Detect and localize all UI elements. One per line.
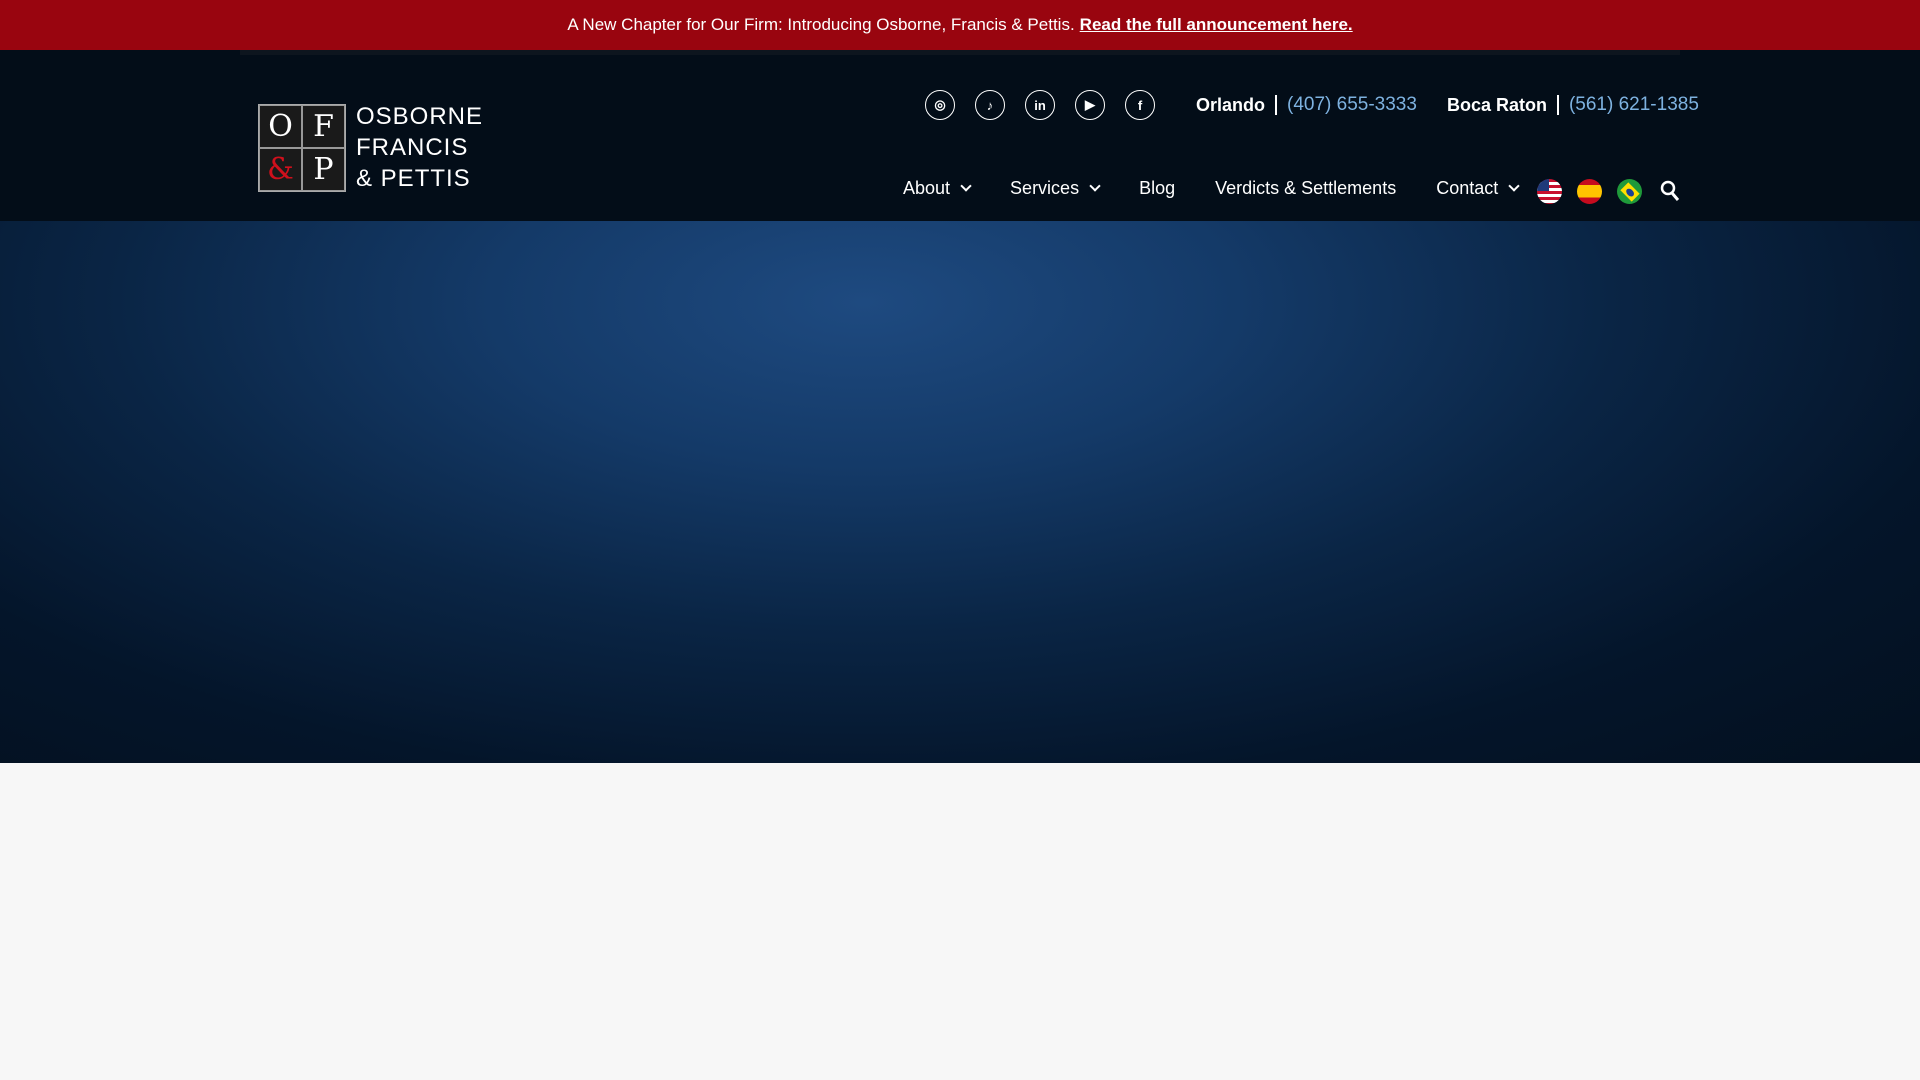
search-icon[interactable]: [1660, 180, 1680, 202]
nav-blog[interactable]: Blog: [1139, 178, 1175, 199]
phone-boca-raton[interactable]: (561) 621-1385: [1569, 94, 1699, 116]
hero-section: [0, 221, 1920, 763]
announcement-banner: A New Chapter for Our Firm: Introducing …: [0, 0, 1920, 50]
logo[interactable]: O F & P OSBORNE FRANCIS & PETTIS: [258, 101, 483, 194]
site-header: O F & P OSBORNE FRANCIS & PETTIS ◎ ♪ in …: [0, 50, 1920, 221]
nav-verdicts[interactable]: Verdicts & Settlements: [1215, 178, 1396, 199]
nav-services[interactable]: Services: [1010, 178, 1101, 199]
logo-letter: &: [259, 147, 302, 191]
nav-label: Contact: [1436, 178, 1499, 198]
instagram-icon[interactable]: ◎: [925, 90, 955, 120]
nav-about[interactable]: About: [903, 178, 972, 199]
social-links: ◎ ♪ in ▶ f: [925, 90, 1155, 120]
brazil-flag-icon[interactable]: [1617, 179, 1642, 204]
divider: [1275, 95, 1278, 115]
logo-line: FRANCIS: [356, 134, 469, 161]
logo-letter: P: [302, 147, 345, 191]
logo-text: OSBORNE FRANCIS & PETTIS: [356, 101, 483, 194]
city-boca-raton: Boca Raton: [1446, 94, 1547, 115]
facebook-icon[interactable]: f: [1125, 90, 1155, 120]
contact-phones: Orlando (407) 655-3333 Boca Raton (561) …: [1196, 94, 1699, 116]
divider: [240, 50, 1680, 55]
chevron-down-icon: [1508, 180, 1520, 192]
linkedin-icon[interactable]: in: [1025, 90, 1055, 120]
announcement-text: A New Chapter for Our Firm: Introducing …: [567, 15, 1075, 34]
language-switcher: [1537, 179, 1642, 204]
tiktok-icon[interactable]: ♪: [975, 90, 1005, 120]
logo-letter: O: [259, 104, 302, 148]
logo-line: & PETTIS: [356, 165, 471, 192]
us-flag-icon[interactable]: [1537, 179, 1562, 204]
main-nav: About Services Blog Verdicts & Settlemen…: [903, 178, 1558, 199]
announcement-link[interactable]: Read the full announcement here.: [1080, 15, 1353, 35]
chevron-down-icon: [960, 180, 972, 192]
nav-contact[interactable]: Contact: [1436, 178, 1520, 199]
divider: [1556, 95, 1559, 115]
nav-label: About: [903, 178, 951, 198]
spain-flag-icon[interactable]: [1577, 179, 1602, 204]
logo-mark: O F & P: [258, 103, 346, 192]
logo-line: OSBORNE: [356, 103, 484, 130]
phone-orlando[interactable]: (407) 655-3333: [1287, 94, 1417, 116]
logo-letter: F: [302, 104, 345, 148]
youtube-icon[interactable]: ▶: [1075, 90, 1105, 120]
nav-label: Services: [1010, 178, 1080, 198]
chevron-down-icon: [1089, 180, 1101, 192]
city-orlando: Orlando: [1196, 94, 1266, 115]
